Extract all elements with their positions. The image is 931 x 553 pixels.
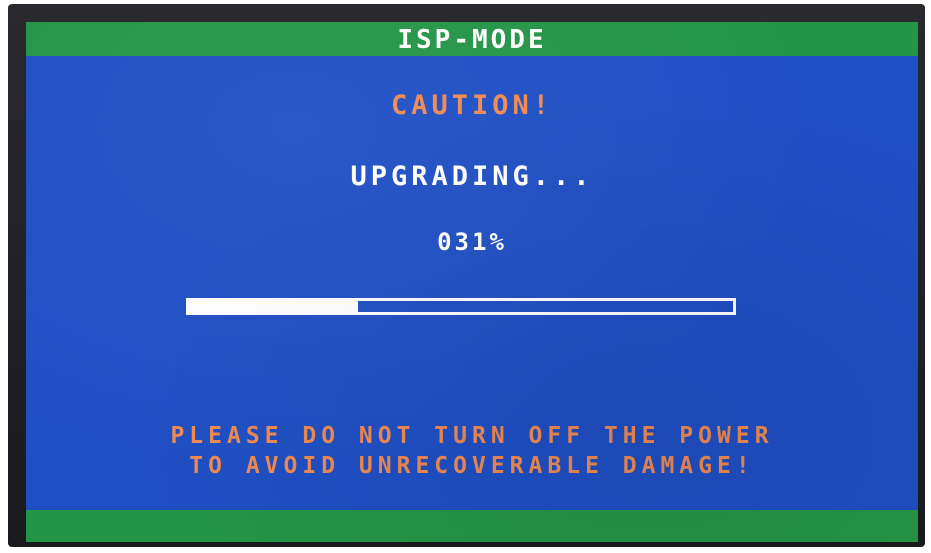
progress-percent: 031% <box>437 228 507 256</box>
upgrade-status: UPGRADING... <box>350 161 594 192</box>
isp-screen: ISP-MODE CAUTION! UPGRADING... 031% PLEA… <box>26 22 918 542</box>
progress-fill <box>189 301 358 312</box>
warning-line-1: PLEASE DO NOT TURN OFF THE POWER <box>170 423 774 449</box>
photo-frame: ISP-MODE CAUTION! UPGRADING... 031% PLEA… <box>0 0 931 553</box>
caution-heading: CAUTION! <box>390 90 554 121</box>
progress-bar <box>186 298 736 315</box>
footer-bar <box>26 510 918 542</box>
mode-title: ISP-MODE <box>397 25 547 55</box>
warning-line-2: TO AVOID UNRECOVERABLE DAMAGE! <box>189 453 755 479</box>
